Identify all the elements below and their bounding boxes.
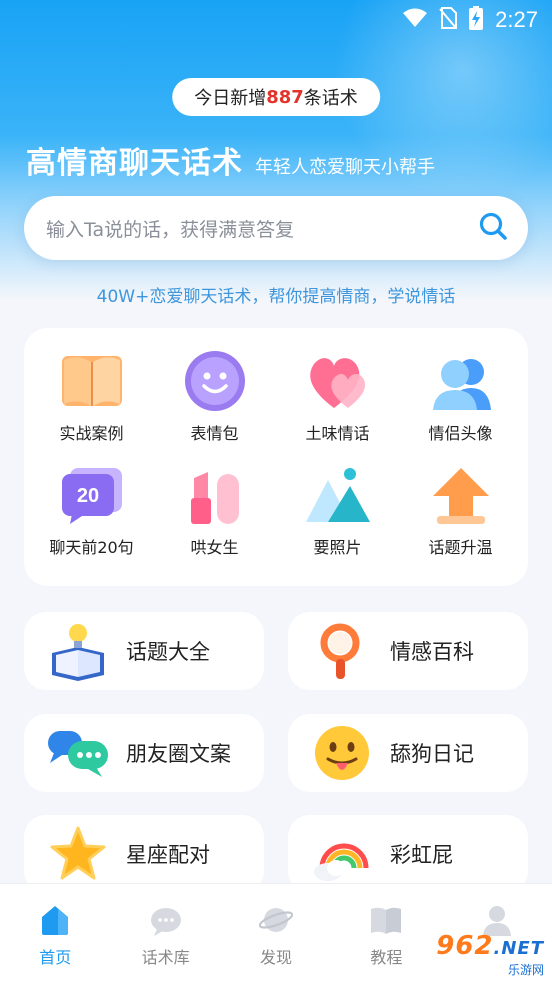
chat-20-icon: 20 [57,460,127,530]
grid-label: 土味情话 [305,424,370,443]
feature-simp-diary[interactable]: 舔狗日记 [288,714,528,792]
grid-item-couple-avatars[interactable]: 情侣头像 [399,346,522,460]
open-book-icon [57,346,127,416]
tab-discover[interactable]: 发现 [221,884,331,981]
lipstick-icon [180,460,250,530]
site-watermark: 962.NET 乐游网 [404,930,544,978]
grid-item-topic-warmup[interactable]: 话题升温 [399,460,522,574]
grid-label: 表情包 [190,424,239,443]
feature-label: 话题大全 [126,640,210,664]
feature-zodiac-match[interactable]: 星座配对 [24,815,264,893]
grid-label: 实战案例 [59,424,124,443]
photo-mountain-icon [303,460,373,530]
banner-count: 887 [266,86,304,108]
grid-item-ask-photos[interactable]: 要照片 [276,460,399,574]
arrow-up-icon [426,460,496,530]
feature-moments-captions[interactable]: 朋友圈文案 [24,714,264,792]
feature-label: 舔狗日记 [390,742,474,766]
battery-charging-icon [469,6,484,34]
feature-label: 情感百科 [390,640,474,664]
watermark-logo: 962.NET [436,931,544,961]
grid-label: 话题升温 [428,538,493,557]
chat-20-badge: 20 [76,485,98,507]
grid-item-practical-cases[interactable]: 实战案例 [30,346,153,460]
grid-item-coax-girls[interactable]: 哄女生 [153,460,276,574]
feature-label: 星座配对 [126,843,210,867]
feature-label: 彩虹屁 [390,843,453,867]
search-bar[interactable]: 输入Ta说的话，获得满意答复 [24,196,528,260]
feature-label: 朋友圈文案 [126,742,231,766]
grid-label: 哄女生 [190,538,239,557]
watermark-number: 962 [436,930,494,961]
wifi-icon [403,8,428,32]
tab-script-library[interactable]: 话术库 [110,884,220,981]
feature-rainbow-praise[interactable]: 彩虹屁 [288,815,528,893]
title-row: 高情商聊天话术 年轻人恋爱聊天小帮手 [26,138,435,182]
search-input[interactable]: 输入Ta说的话，获得满意答复 [46,215,478,242]
grid-item-cheesy-lines[interactable]: 土味情话 [276,346,399,460]
tab-label: 教程 [370,948,403,967]
watermark-sub: 乐游网 [507,962,544,977]
app-title: 高情商聊天话术 [26,146,243,181]
tutorial-book-icon [368,902,404,938]
feature-emotion-encyclopedia[interactable]: 情感百科 [288,612,528,690]
status-bar: 2:27 [0,0,552,40]
magnifier-icon [306,615,378,687]
tab-label: 首页 [39,948,72,967]
banner-suffix: 条话术 [303,88,358,109]
couple-avatar-icon [426,346,496,416]
tab-label: 发现 [260,948,293,967]
search-icon[interactable] [478,211,508,245]
home-icon [37,902,73,938]
book-bulb-icon [42,615,114,687]
status-time: 2:27 [495,7,538,32]
tab-home[interactable]: 首页 [0,884,110,981]
no-sim-icon [439,7,458,33]
category-grid: 实战案例 表情包 土味情话 情侣头像 20 聊天前20句 哄女生 要照片 话题升… [24,328,528,586]
feature-topic-collection[interactable]: 话题大全 [24,612,264,690]
daily-new-banner: 今日新增 887 条话术 [172,78,380,116]
chat-bubbles-icon [42,717,114,789]
grid-item-stickers[interactable]: 表情包 [153,346,276,460]
grid-label: 情侣头像 [428,424,493,443]
grid-item-first-20-lines[interactable]: 20 聊天前20句 [30,460,153,574]
slogan: 40W+恋爱聊天话术，帮你提高情商，学说情话 [96,287,456,307]
star-icon [42,818,114,890]
tab-label: 话术库 [141,948,190,967]
hearts-icon [303,346,373,416]
grid-label: 聊天前20句 [49,538,134,557]
grid-label: 要照片 [313,538,362,557]
planet-icon [258,902,294,938]
tongue-emoji-icon [306,717,378,789]
chat-library-icon [148,902,184,938]
rainbow-icon [306,818,378,890]
smiley-icon [180,346,250,416]
watermark-suffix: .NET [493,937,544,959]
app-subtitle: 年轻人恋爱聊天小帮手 [255,157,435,178]
banner-prefix: 今日新增 [194,88,267,109]
